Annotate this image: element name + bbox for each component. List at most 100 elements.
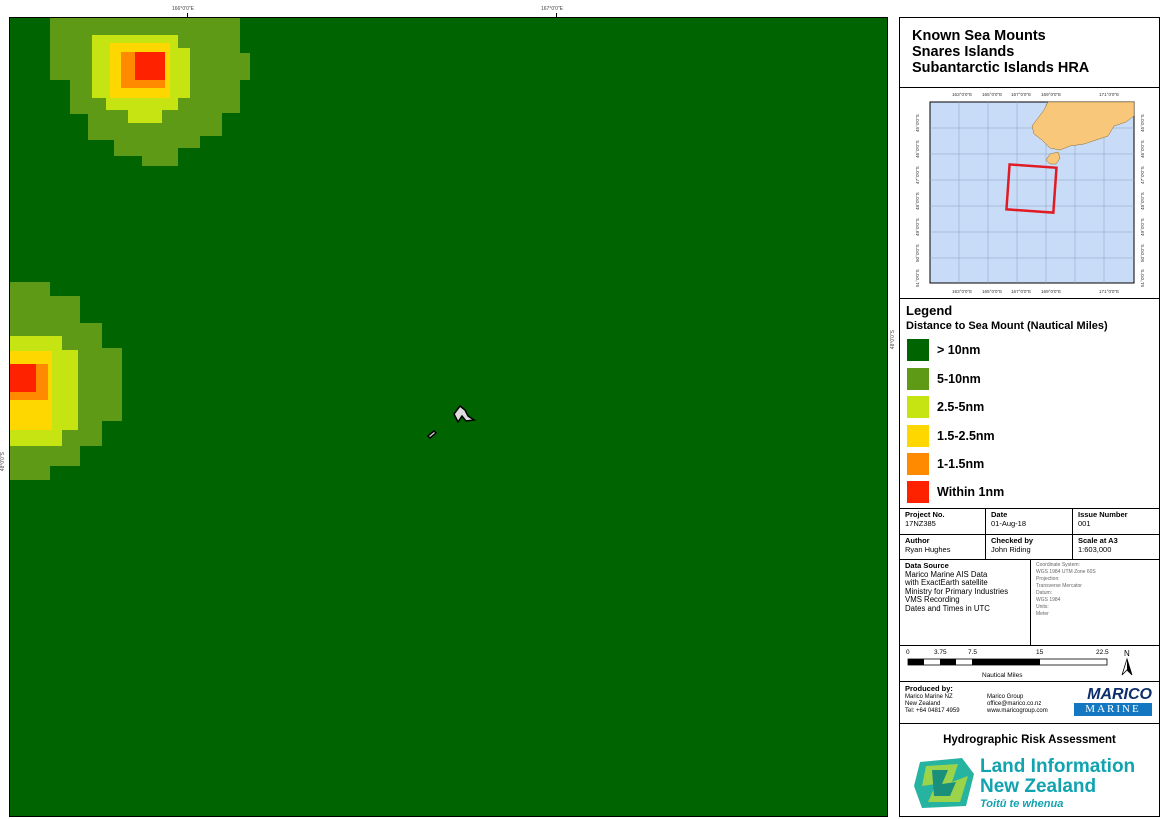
inset-lat-tick-4: 49°0'0"S: [915, 218, 920, 236]
produced-by-label: Produced by:: [905, 684, 953, 693]
legend-label: 1-1.5nm: [937, 457, 985, 471]
inset-lat-tick-5: 50°0'0"S: [915, 244, 920, 262]
linz-line3: Toitū te whenua: [980, 798, 1064, 810]
inset-lat-tick-6: 51°0'0"S: [915, 269, 920, 287]
inset-lat-tick-0: 45°0'0"S: [915, 114, 920, 132]
scale-unit: Nautical Miles: [982, 672, 1023, 679]
inset-top-tick-3: 169°0'0"E: [1041, 92, 1061, 97]
inset-bottom-tick-0: 163°0'0"E: [952, 289, 972, 294]
author-value: Ryan Hughes: [905, 545, 951, 554]
marico-logo-bottom: MARINE: [1074, 703, 1152, 716]
inset-lat-tick-right-4: 49°0'0"S: [1140, 218, 1145, 236]
project-no-label: Project No.: [905, 510, 945, 519]
linz-line1: Land Information: [980, 756, 1136, 777]
producer-right: Marico Group office@marico.co.nz www.mar…: [982, 693, 1072, 715]
issue-label: Issue Number: [1078, 510, 1128, 519]
producer-line: Marico Marine NZ: [905, 694, 953, 700]
map-title-line3: Subantarctic Islands HRA: [912, 60, 1090, 76]
project-no-value: 17NZ385: [905, 519, 936, 528]
inset-lat-tick-right-2: 47°0'0"S: [1140, 166, 1145, 184]
inset-bottom-tick-1: 165°0'0"E: [982, 289, 1002, 294]
inset-lat-tick-right-0: 45°0'0"S: [1140, 114, 1145, 132]
date-label: Date: [991, 510, 1008, 519]
inset-top-tick-4: 171°0'0"E: [1099, 92, 1119, 97]
inset-top-tick-2: 167°0'0"E: [1011, 92, 1031, 97]
scale-tick-4: 22.5: [1096, 649, 1109, 656]
inset-lat-tick-right-3: 48°0'0"S: [1140, 192, 1145, 210]
project-no-cell: Project No. 17NZ385: [900, 509, 985, 528]
checked-cell: Checked by John Riding: [986, 535, 1072, 554]
inset-top-tick-0: 163°0'0"E: [952, 92, 972, 97]
map-canvas[interactable]: [9, 17, 888, 817]
map-top-tick-166: 166°0'0"E: [172, 6, 194, 12]
legend-label: > 10nm: [937, 343, 981, 357]
hra-title: Hydrographic Risk Assessment: [943, 734, 1116, 746]
seamount-raster: [10, 18, 887, 816]
coords-line: Meter: [1036, 611, 1049, 617]
hra-footer: Hydrographic Risk Assessment Land Inform…: [900, 724, 1159, 816]
legend-label: 2.5-5nm: [937, 400, 985, 414]
producer-line: Tel: +64 04817 4959: [905, 708, 960, 714]
legend-swatch: [907, 453, 929, 475]
map-left-tick-48s: 48°0'0"S: [0, 452, 6, 472]
producer-website[interactable]: www.maricogroup.com: [987, 708, 1048, 714]
date-cell: Date 01-Aug-18: [986, 509, 1072, 528]
producer-email[interactable]: office@marico.co.nz: [987, 701, 1041, 707]
date-value: 01-Aug-18: [991, 519, 1027, 528]
coords-line: Coordinate System:: [1036, 562, 1080, 568]
legend: Legend Distance to Sea Mount (Nautical M…: [900, 299, 1159, 509]
scale-label: Scale at A3: [1078, 536, 1118, 545]
inset-lat-tick-right-1: 46°0'0"S: [1140, 140, 1145, 158]
north-arrow-icon: N: [1121, 649, 1133, 676]
inset-top-tick-1: 165°0'0"E: [982, 92, 1002, 97]
scale-cell: Scale at A3 1:603,000: [1073, 535, 1159, 554]
scale-tick-0: 0: [906, 649, 910, 656]
locator-inset[interactable]: 163°0'0"E 165°0'0"E 167°0'0"E 169°0'0"E …: [900, 88, 1159, 299]
locator-map: 163°0'0"E 165°0'0"E 167°0'0"E 169°0'0"E …: [915, 92, 1145, 294]
map-title-line2: Snares Islands: [912, 44, 1015, 60]
inset-bottom-tick-2: 167°0'0"E: [1011, 289, 1031, 294]
data-source-cell: Data Source Marico Marine AIS Data with …: [900, 561, 1030, 614]
coordinate-system-cell: Coordinate System: WGS 1984 UTM Zone 60S…: [1031, 561, 1159, 618]
legend-swatch: [907, 396, 929, 418]
coords-line: WGS 1984 UTM Zone 60S: [1036, 569, 1096, 575]
inset-lat-tick-right-5: 50°0'0"S: [1140, 244, 1145, 262]
coords-line: Projection:: [1036, 576, 1060, 582]
legend-swatch: [907, 481, 929, 503]
coords-line: Transverse Mercator: [1036, 583, 1082, 589]
producer-line: New Zealand: [905, 701, 941, 707]
map-right-tick-48s: 48°0'0"S: [890, 330, 896, 350]
legend-subtitle: Distance to Sea Mount (Nautical Miles): [906, 320, 1108, 332]
inset-lat-tick-2: 47°0'0"S: [915, 166, 920, 184]
svg-text:N: N: [1124, 649, 1130, 658]
map-top-tick-167: 167°0'0"E: [541, 6, 563, 12]
legend-label: Within 1nm: [937, 485, 1005, 499]
checked-value: John Riding: [991, 545, 1031, 554]
author-label: Author: [905, 536, 930, 545]
data-source-line: Dates and Times in UTC: [905, 603, 990, 613]
linz-emblem-icon: [914, 758, 974, 808]
map-info-panel: Known Sea Mounts Snares Islands Subantar…: [899, 17, 1160, 817]
inset-lat-tick-right-6: 51°0'0"S: [1140, 269, 1145, 287]
project-info-table: Project No. 17NZ385 Date 01-Aug-18 Issue…: [900, 509, 1159, 646]
issue-value: 001: [1078, 519, 1091, 528]
legend-swatch: [907, 339, 929, 361]
legend-title: Legend: [906, 303, 953, 318]
coords-line: WGS 1984: [1036, 597, 1061, 603]
inset-bottom-tick-3: 169°0'0"E: [1041, 289, 1061, 294]
scale-tick-2: 7.5: [968, 649, 977, 656]
inset-bottom-tick-4: 171°0'0"E: [1099, 289, 1119, 294]
scale-value: 1:603,000: [1078, 545, 1112, 554]
marico-marine-logo: MARICO MARINE: [1068, 686, 1152, 720]
coords-line: Datum:: [1036, 590, 1053, 596]
inset-lat-tick-1: 46°0'0"S: [915, 140, 920, 158]
legend-swatch: [907, 425, 929, 447]
linz-line2: New Zealand: [980, 776, 1097, 797]
scale-bar: 0 3.75 7.5 15 22.5 Nautical Miles N: [906, 649, 1133, 679]
legend-swatch: [907, 368, 929, 390]
legend-label: 5-10nm: [937, 372, 981, 386]
marico-logo-top: MARICO: [1087, 686, 1152, 703]
produced-by-section: Produced by: Marico Marine NZ New Zealan…: [900, 682, 1159, 724]
issue-cell: Issue Number 001: [1073, 509, 1159, 528]
scale-tick-1: 3.75: [934, 649, 947, 656]
